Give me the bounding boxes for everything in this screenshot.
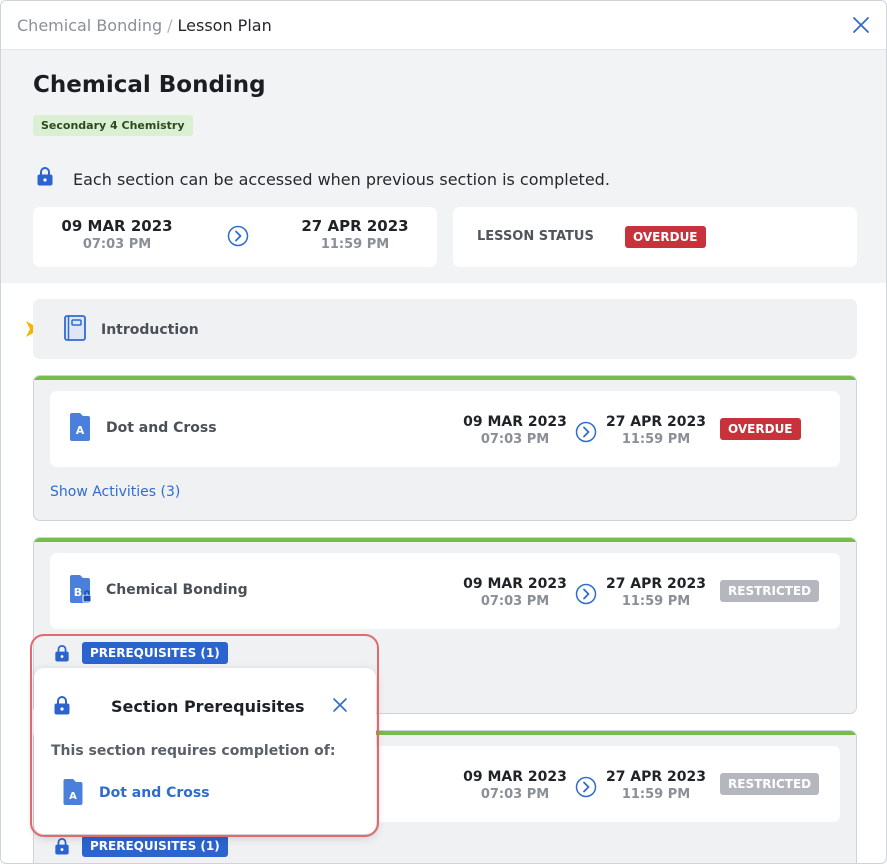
section-b-letter: B <box>74 586 82 599</box>
section-start-time: 07:03 PM <box>480 594 550 609</box>
introduction-label: Introduction <box>101 322 199 338</box>
lock-icon <box>55 838 69 855</box>
section-end-date: 27 APR 2023 <box>605 769 707 785</box>
start-datetime: 09 MAR 2023 07:03 PM <box>47 217 187 252</box>
section-end-datetime: 27 APR 2023 11:59 PM <box>586 414 726 447</box>
section-end-date: 27 APR 2023 <box>605 414 707 430</box>
dialog-topbar: Chemical Bonding / Lesson Plan <box>1 1 886 50</box>
lesson-header: Chemical Bonding Secondary 4 Chemistry E… <box>1 50 886 283</box>
section-start-time: 07:03 PM <box>480 432 550 447</box>
section-progress-bar <box>34 376 856 380</box>
section-start-datetime: 09 MAR 2023 07:03 PM <box>445 576 585 609</box>
prerequisites-button[interactable]: PREREQUISITES (1) <box>82 835 228 857</box>
section-progress-bar <box>34 538 856 542</box>
start-time: 07:03 PM <box>82 237 152 252</box>
section-start-date: 09 MAR 2023 <box>463 576 567 592</box>
prerequisites-row: PREREQUISITES (1) <box>50 835 290 859</box>
section-a-letter: A <box>76 424 85 437</box>
section-dot-and-cross: A Dot and Cross 09 MAR 2023 07:03 PM 27 … <box>33 375 857 521</box>
section-b-locked-icon: B <box>70 575 92 603</box>
show-activities-link[interactable]: Show Activities (3) <box>50 484 180 500</box>
prerequisites-row: PREREQUISITES (1) <box>50 642 290 666</box>
section-title: Chemical Bonding <box>106 582 248 598</box>
prerequisites-popup: Section Prerequisites This section requi… <box>34 668 376 834</box>
end-datetime: 27 APR 2023 11:59 PM <box>285 217 425 252</box>
breadcrumb-current: Lesson Plan <box>177 16 272 35</box>
close-icon[interactable] <box>332 697 348 713</box>
access-note: Each section can be accessed when previo… <box>73 170 610 189</box>
lock-icon <box>55 645 69 662</box>
subject-tag: Secondary 4 Chemistry <box>33 115 193 136</box>
popup-item-letter: A <box>69 791 77 802</box>
section-end-date: 27 APR 2023 <box>605 576 707 592</box>
section-end-time: 11:59 PM <box>621 594 691 609</box>
section-status-badge: RESTRICTED <box>720 773 820 795</box>
section-start-datetime: 09 MAR 2023 07:03 PM <box>445 769 585 802</box>
section-end-time: 11:59 PM <box>621 432 691 447</box>
section-end-datetime: 27 APR 2023 11:59 PM <box>586 576 726 609</box>
section-card[interactable]: B Chemical Bonding 09 MAR 2023 07:03 PM … <box>50 553 840 629</box>
section-start-time: 07:03 PM <box>480 787 550 802</box>
start-date: 09 MAR 2023 <box>61 217 173 235</box>
section-end-datetime: 27 APR 2023 11:59 PM <box>586 769 726 802</box>
introduction-section[interactable]: Introduction <box>33 299 857 359</box>
section-start-date: 09 MAR 2023 <box>463 769 567 785</box>
section-a-icon: A <box>70 413 90 441</box>
page-title: Chemical Bonding <box>33 72 266 98</box>
popup-title: Section Prerequisites <box>111 697 305 716</box>
lesson-plan-dialog: Chemical Bonding / Lesson Plan Chemical Bo… <box>0 0 887 864</box>
section-title: Dot and Cross <box>106 420 217 436</box>
prerequisite-link[interactable]: Dot and Cross <box>99 785 210 801</box>
breadcrumb-parent[interactable]: Chemical Bonding <box>17 16 162 35</box>
lesson-status-label: LESSON STATUS <box>477 229 594 244</box>
breadcrumb: Chemical Bonding / Lesson Plan <box>17 16 272 35</box>
prerequisites-button[interactable]: PREREQUISITES (1) <box>82 642 228 664</box>
end-time: 11:59 PM <box>320 237 390 252</box>
notebook-icon <box>64 315 86 341</box>
section-start-datetime: 09 MAR 2023 07:03 PM <box>445 414 585 447</box>
section-status-badge: OVERDUE <box>720 418 801 440</box>
breadcrumb-separator: / <box>167 16 173 35</box>
section-card[interactable]: A Dot and Cross 09 MAR 2023 07:03 PM 27 … <box>50 391 840 467</box>
section-start-date: 09 MAR 2023 <box>463 414 567 430</box>
section-end-time: 11:59 PM <box>621 787 691 802</box>
lesson-status-card: LESSON STATUS OVERDUE <box>453 207 857 267</box>
close-icon[interactable] <box>851 15 871 35</box>
lesson-date-range: 09 MAR 2023 07:03 PM 27 APR 2023 11:59 P… <box>33 207 437 267</box>
lesson-status-badge: OVERDUE <box>625 226 706 248</box>
section-a-icon: A <box>63 779 83 805</box>
lock-icon <box>54 696 70 715</box>
end-date: 27 APR 2023 <box>301 217 409 235</box>
arrow-right-circle-icon <box>227 225 249 247</box>
lock-icon <box>37 167 53 186</box>
section-status-badge: RESTRICTED <box>720 580 820 602</box>
popup-description: This section requires completion of: <box>51 743 336 759</box>
